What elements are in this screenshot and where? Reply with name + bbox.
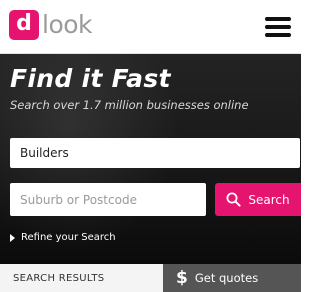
dollar-icon: $	[176, 267, 188, 288]
hamburger-menu-icon[interactable]	[265, 17, 291, 37]
search-button[interactable]: Search	[215, 183, 301, 216]
tab-bar: SEARCH RESULTS $ Get quotes	[0, 264, 301, 292]
tab-search-results[interactable]: SEARCH RESULTS	[0, 264, 163, 292]
tab-get-quotes-label: Get quotes	[194, 271, 259, 285]
hero-title: Find it Fast	[10, 64, 171, 93]
keyword-search-input[interactable]	[10, 138, 300, 168]
dlook-logo[interactable]: d look	[9, 10, 93, 40]
logo-mark: d	[9, 10, 39, 40]
hero-subtitle: Search over 1.7 million businesses onlin…	[10, 98, 249, 112]
tab-search-results-label: SEARCH RESULTS	[13, 272, 105, 284]
refine-search-toggle[interactable]: Refine your Search	[10, 232, 116, 243]
search-button-label: Search	[248, 192, 290, 207]
caret-right-icon	[10, 233, 15, 242]
location-input[interactable]	[10, 183, 206, 216]
search-icon	[226, 192, 241, 207]
menu-bar	[265, 17, 291, 21]
tab-get-quotes[interactable]: $ Get quotes	[163, 264, 301, 292]
refine-search-label: Refine your Search	[21, 232, 116, 243]
menu-bar	[265, 25, 291, 29]
menu-bar	[265, 33, 291, 37]
logo-text: look	[42, 10, 93, 39]
search-hero: Find it Fast Search over 1.7 million bus…	[0, 54, 301, 264]
header: d look	[0, 0, 301, 54]
